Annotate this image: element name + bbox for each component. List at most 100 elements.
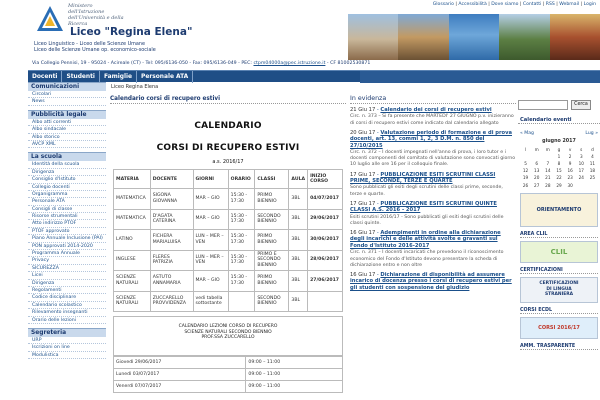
top-link-rss[interactable]: RSS <box>546 2 555 7</box>
calendar-day[interactable]: 17 <box>576 167 587 174</box>
calendar-day[interactable]: 16 <box>565 167 576 174</box>
calendar-day[interactable]: 19 <box>520 174 531 181</box>
calendar-day[interactable]: 18 <box>587 167 598 174</box>
calendar-day[interactable]: 28 <box>542 181 553 188</box>
calendar-day[interactable]: 26 <box>520 181 531 188</box>
top-link-accessibilita[interactable]: Accessibilità <box>458 2 486 7</box>
sidebar-item-dirigenza[interactable]: Dirigenza <box>28 168 106 177</box>
school-logo-icon[interactable] <box>35 4 65 34</box>
sidebar-item-albo-atti[interactable]: Albo atti correnti <box>28 118 106 127</box>
calendar-day[interactable]: 6 <box>531 160 542 167</box>
sidebar-item-rilevamento[interactable]: Rilevamento insegnanti <box>28 309 106 317</box>
sidebar-item-dirigenza-2[interactable]: Dirigenza <box>28 279 106 287</box>
calendar-day[interactable]: 14 <box>542 167 553 174</box>
sidebar-item-calendario[interactable]: Calendario scolastico <box>28 301 106 310</box>
calendar-next-link[interactable]: Lug » <box>585 131 598 136</box>
calendar-day[interactable]: 11 <box>587 160 598 167</box>
nav-studenti[interactable]: Studenti <box>62 70 100 83</box>
news-title-link[interactable]: Dichiarazione di disponibilità ad assume… <box>350 272 512 291</box>
calendar-day[interactable]: 30 <box>565 181 576 188</box>
top-link-login[interactable]: Login <box>584 2 596 7</box>
calendar-day[interactable]: 20 <box>531 174 542 181</box>
sidebar-item-circolari[interactable]: Circolari <box>28 91 106 99</box>
orientamento-banner[interactable]: ORIENTAMENTO <box>520 192 598 227</box>
document-heading: CALENDARIO <box>194 121 262 131</box>
certificazioni-section-label: CERTIFICAZIONI <box>520 267 598 274</box>
sidebar-item-licei[interactable]: Licei <box>28 272 106 280</box>
nav-personale-ata[interactable]: Personale ATA <box>137 70 194 83</box>
sidebar-item-consiglio-istituto[interactable]: Consiglio d'Istituto <box>28 176 106 184</box>
sidebar-item-urp[interactable]: URP <box>28 336 106 345</box>
sidebar-item-consigli-classe[interactable]: Consigli di classe <box>28 205 106 214</box>
sidebar-item-personale-ata[interactable]: Personale ATA <box>28 198 106 206</box>
news-title-link[interactable]: Calendario dei corsi di recupero estivi <box>380 107 491 113</box>
sidebar-item-organigramma[interactable]: Organigramma <box>28 190 106 199</box>
nav-famiglie[interactable]: Famiglie <box>100 70 138 83</box>
breadcrumb[interactable]: Liceo Regina Elena <box>111 84 158 90</box>
sidebar-item-news[interactable]: News <box>28 98 106 106</box>
calendar-day[interactable]: 25 <box>587 174 598 181</box>
column-header-materia: MATERIA <box>113 169 151 189</box>
sidebar-item-atto-indirizzo[interactable]: Atto indirizzo PTOF <box>28 220 106 228</box>
calendar-day[interactable]: 1 <box>553 153 564 160</box>
news-item: 16 Giu 17 - Dichiarazione di disponibili… <box>350 271 512 291</box>
schedule-table: MATERIA DOCENTE GIORNI ORARIO CLASSI AUL… <box>113 169 343 312</box>
top-link-contatti[interactable]: Contatti <box>523 2 541 7</box>
table-cell: MAR – GIO <box>192 270 229 292</box>
sidebar-item-privacy[interactable]: Privacy <box>28 257 106 265</box>
news-title-link[interactable]: Valutazione periodo di formazione e di p… <box>350 130 512 149</box>
calendar-day[interactable]: 10 <box>576 160 587 167</box>
sidebar-item-identita[interactable]: Identità della scuola <box>28 161 106 169</box>
sidebar-item-regolamenti[interactable]: Regolamenti <box>28 286 106 295</box>
sidebar-item-modulistica[interactable]: Modulistica <box>28 351 106 360</box>
sidebar-item-albo-sindacale[interactable]: Albo sindacale <box>28 126 106 134</box>
sidebar-item-risorse[interactable]: Risorse strumentali <box>28 213 106 221</box>
search-button[interactable]: Cerca <box>571 99 591 110</box>
nav-docenti[interactable]: Docenti <box>28 70 63 83</box>
certificazioni-banner[interactable]: CERTIFICAZIONI DI LINGUA STRANIERA <box>520 276 598 303</box>
top-link-glossario[interactable]: Glossario <box>433 2 454 7</box>
calendar-day[interactable]: 4 <box>587 153 598 160</box>
pec-link[interactable]: ctpm04000a@pec.istruzione.it <box>253 61 325 66</box>
calendar-day[interactable] <box>587 181 598 188</box>
top-link-dove-siamo[interactable]: Dove siamo <box>491 2 518 7</box>
orientamento-label: ORIENTAMENTO <box>536 206 582 213</box>
sidebar-item-iscrizioni[interactable]: Iscrizioni on line <box>28 344 106 352</box>
calendar-prev-link[interactable]: « Mag <box>520 131 534 136</box>
search-input[interactable] <box>518 99 568 110</box>
top-link-webmail[interactable]: Webmail <box>559 2 579 7</box>
calendar-day[interactable]: 15 <box>553 167 564 174</box>
calendar-day[interactable] <box>531 153 542 160</box>
calendar-day[interactable]: 29 <box>553 181 564 188</box>
calendar-day[interactable]: 13 <box>531 167 542 174</box>
calendar-day[interactable] <box>542 153 553 160</box>
header-photo-2 <box>398 14 449 60</box>
sidebar-item-ptof[interactable]: PTOF approvato <box>28 227 106 236</box>
sidebar-item-pai[interactable]: Piano Annuale Inclusione (PAI) <box>28 235 106 243</box>
calendar-day[interactable]: 24 <box>576 174 587 181</box>
calendar-day[interactable]: 27 <box>531 181 542 188</box>
calendar-day[interactable] <box>520 153 531 160</box>
clil-banner[interactable]: CLIL <box>520 240 598 263</box>
calendar-day[interactable]: 23 <box>565 174 576 181</box>
sidebar-item-collegio-docenti[interactable]: Collegio docenti <box>28 183 106 191</box>
calendar-day[interactable]: 7 <box>542 160 553 167</box>
calendar-day[interactable]: 3 <box>576 153 587 160</box>
ecdl-banner[interactable]: CORSI 2016/17 <box>520 316 598 339</box>
calendar-day[interactable]: 9 <box>565 160 576 167</box>
sidebar-item-codice-disciplinare[interactable]: Codice disciplinare <box>28 294 106 302</box>
sidebar-item-avcp[interactable]: AVCP XML <box>28 140 106 149</box>
sidebar-item-orario[interactable]: Orario delle lezioni <box>28 316 106 324</box>
calendar-day[interactable] <box>576 181 587 188</box>
school-name[interactable]: Liceo "Regina Elena" <box>70 26 192 38</box>
sidebar-item-programma-annuale[interactable]: Programma Annuale <box>28 250 106 258</box>
calendar-day[interactable]: 12 <box>520 167 531 174</box>
sidebar-item-albo-storico[interactable]: Albo storico <box>28 133 106 141</box>
calendar-day[interactable]: 21 <box>542 174 553 181</box>
calendar-day[interactable]: 2 <box>565 153 576 160</box>
calendar-day[interactable]: 8 <box>553 160 564 167</box>
sidebar-item-sicurezza[interactable]: SICUREZZA <box>28 264 106 273</box>
calendar-day[interactable]: 22 <box>553 174 564 181</box>
calendar-day[interactable]: 5 <box>520 160 531 167</box>
sidebar-item-pon[interactable]: PON approvati 2014-2020 <box>28 242 106 251</box>
